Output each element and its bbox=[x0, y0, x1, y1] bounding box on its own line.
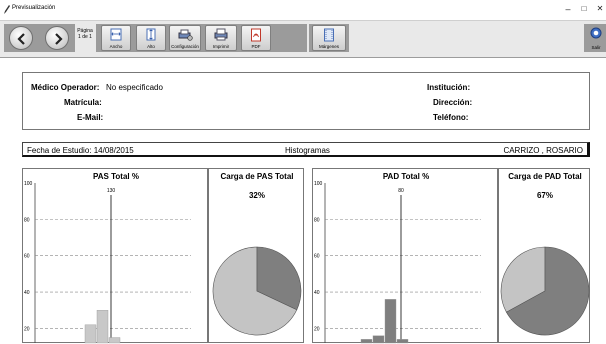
pas-load-panel: Carga de PAS Total 32% bbox=[208, 168, 304, 343]
pas-load-pie bbox=[212, 246, 302, 336]
medico-label: Médico Operador: bbox=[31, 83, 100, 92]
y-tick-label: 80 bbox=[24, 217, 30, 223]
exit-icon bbox=[590, 27, 602, 39]
maximize-button[interactable]: □ bbox=[578, 3, 590, 15]
email-label: E-Mail: bbox=[77, 113, 104, 122]
telefono-label: Teléfono: bbox=[433, 113, 469, 122]
pad-load-pie bbox=[500, 246, 590, 336]
exit-button[interactable]: Salir bbox=[587, 25, 605, 51]
close-button[interactable]: ✕ bbox=[594, 3, 606, 15]
doctor-info-box: Médico Operador: No especificado Matrícu… bbox=[22, 72, 590, 130]
histogram-bar bbox=[84, 324, 97, 344]
exit-label: Salir bbox=[591, 45, 601, 50]
histogram-bar bbox=[360, 339, 373, 344]
pdf-button[interactable]: PDF bbox=[241, 25, 271, 51]
study-date: Fecha de Estudio: 14/08/2015 bbox=[27, 146, 134, 155]
page-value: 1 de 1 bbox=[78, 34, 92, 40]
study-header-bar: Fecha de Estudio: 14/08/2015 Histogramas… bbox=[22, 142, 590, 157]
page-indicator: Página 1 de 1 bbox=[76, 28, 94, 40]
histogram-bar bbox=[96, 310, 109, 344]
section-title: Histogramas bbox=[285, 146, 330, 155]
threshold-label: 130 bbox=[107, 188, 116, 194]
printer-icon bbox=[214, 28, 228, 41]
report-page: Médico Operador: No especificado Matrícu… bbox=[0, 59, 606, 344]
fit-height-icon bbox=[146, 28, 156, 41]
y-tick-label: 60 bbox=[314, 254, 320, 260]
fit-width-button[interactable]: Ancho bbox=[101, 25, 131, 51]
margins-label: Márgenes bbox=[318, 44, 339, 49]
threshold-label: 80 bbox=[398, 188, 404, 194]
pdf-label: PDF bbox=[251, 44, 261, 49]
direccion-label: Dirección: bbox=[433, 98, 473, 107]
pdf-icon bbox=[251, 28, 261, 42]
pas-histogram-panel: PAS Total % 100 80 60 40 20 130 bbox=[22, 168, 208, 344]
fit-width-icon bbox=[110, 28, 122, 41]
previous-page-button[interactable] bbox=[9, 26, 33, 50]
margins-icon bbox=[324, 28, 334, 42]
y-tick-label: 100 bbox=[24, 181, 33, 187]
y-tick-label: 20 bbox=[24, 326, 30, 332]
institucion-label: Institución: bbox=[427, 83, 471, 92]
print-setup-button[interactable]: Configuración bbox=[169, 25, 201, 51]
fit-width-label: Ancho bbox=[109, 44, 123, 49]
patient-name: CARRIZO , ROSARIO bbox=[503, 146, 583, 155]
y-tick-label: 40 bbox=[314, 290, 320, 296]
title-bar: Previsualización – □ ✕ bbox=[0, 0, 606, 20]
fit-height-label: Alto bbox=[147, 44, 155, 49]
histogram-bar bbox=[108, 337, 121, 344]
histogram-bar bbox=[372, 335, 385, 344]
toolbar: Página 1 de 1 Ancho Alto Configuración I… bbox=[0, 20, 606, 58]
print-setup-label: Configuración bbox=[171, 44, 199, 49]
arrow-right-icon bbox=[55, 33, 63, 45]
margins-button[interactable]: Márgenes bbox=[312, 25, 346, 51]
y-tick-label: 40 bbox=[24, 290, 30, 296]
window-title: Previsualización bbox=[12, 5, 56, 11]
print-button[interactable]: Imprimir bbox=[205, 25, 237, 51]
print-label: Imprimir bbox=[212, 44, 230, 49]
pad-histogram-chart: 100 80 60 40 20 80 bbox=[314, 181, 481, 344]
histogram-bar bbox=[396, 339, 409, 344]
app-feather-icon bbox=[4, 5, 10, 14]
y-tick-label: 60 bbox=[24, 254, 30, 260]
histogram-bar bbox=[384, 299, 397, 344]
next-page-button[interactable] bbox=[45, 26, 69, 50]
printer-setup-icon bbox=[178, 29, 193, 41]
y-tick-label: 80 bbox=[314, 217, 320, 223]
matricula-label: Matrícula: bbox=[64, 98, 102, 107]
pad-histogram-panel: PAD Total % 100 80 60 40 20 80 bbox=[312, 168, 498, 344]
medico-value: No especificado bbox=[106, 83, 163, 92]
minimize-button[interactable]: – bbox=[562, 3, 574, 15]
y-tick-label: 20 bbox=[314, 326, 320, 332]
pad-load-panel: Carga de PAD Total 67% bbox=[498, 168, 590, 343]
pas-histogram-chart: 100 80 60 40 20 130 bbox=[24, 181, 191, 344]
y-tick-label: 100 bbox=[314, 181, 323, 187]
fit-height-button[interactable]: Alto bbox=[136, 25, 166, 51]
arrow-left-icon bbox=[17, 33, 25, 45]
